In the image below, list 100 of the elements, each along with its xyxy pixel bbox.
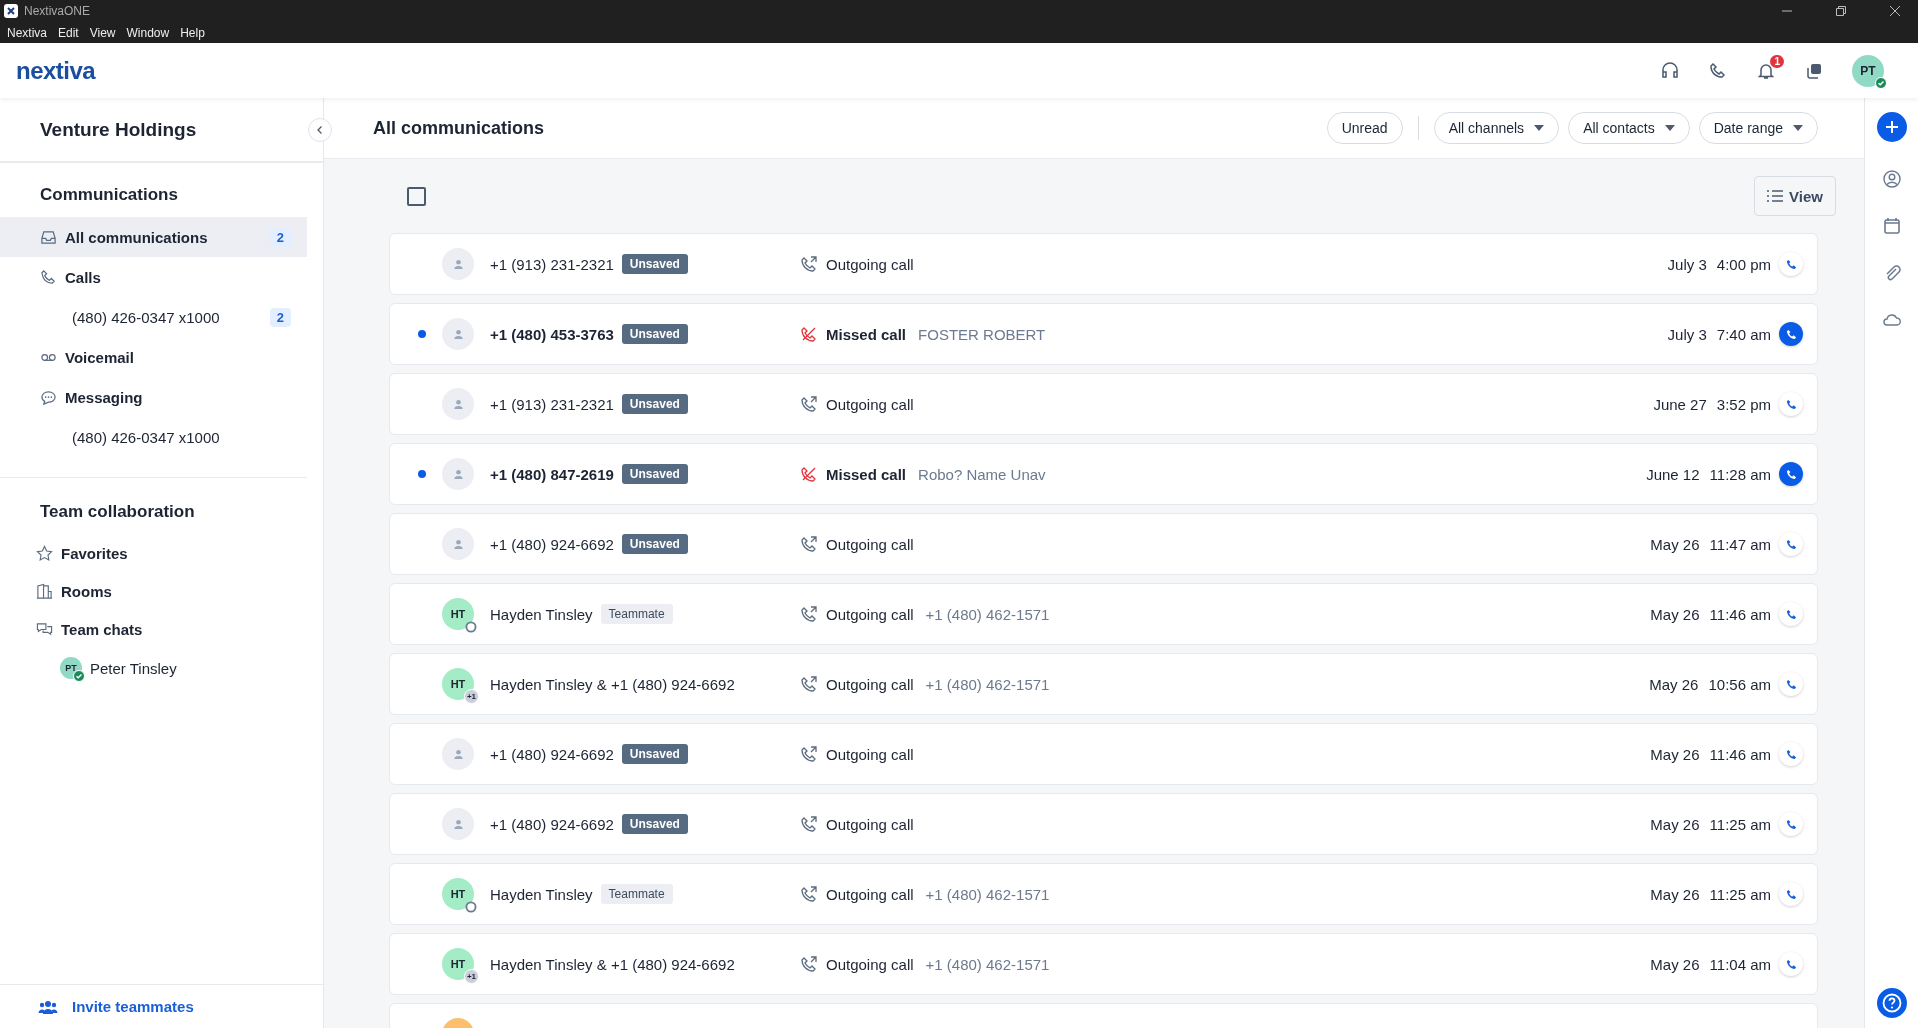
- page-title: All communications: [373, 117, 545, 139]
- contact-name: Hayden Tinsley: [490, 605, 593, 623]
- call-time: 3:52 pm: [1716, 395, 1771, 413]
- participant-count-badge: +1: [464, 969, 479, 984]
- contact-name: +1 (480) 453-3763: [490, 325, 614, 343]
- nav-item[interactable]: Rooms: [0, 572, 307, 610]
- call-date: May 26: [1650, 955, 1700, 973]
- contact-name: Hayden Tinsley & +1 (480) 924-6692: [490, 955, 735, 973]
- user-avatar[interactable]: PT: [1852, 54, 1884, 87]
- call-date: June 12: [1646, 465, 1700, 483]
- call-detail: +1 (480) 462-1571: [925, 675, 1050, 693]
- call-date: May 26: [1649, 675, 1699, 693]
- call-date: June 27: [1653, 395, 1707, 413]
- nav-sub-item[interactable]: (480) 426-0347 x1000: [0, 417, 307, 457]
- call-type: Missed call: [826, 325, 907, 343]
- call-date: May 26: [1650, 815, 1700, 833]
- contact-tag: Unsaved: [621, 534, 688, 554]
- contact-tag: Unsaved: [621, 814, 688, 834]
- contact-name: +1 (480) 924-6692: [490, 815, 614, 833]
- communication-row[interactable]: +1 (480) 924-6692 Unsaved Outgoing call May 26 11:25 am: [389, 793, 1818, 855]
- contact-tag: Teammate: [600, 884, 673, 904]
- menu-item[interactable]: Help: [180, 25, 205, 40]
- nav-sub-item[interactable]: PT Peter Tinsley: [0, 648, 307, 688]
- menu-item[interactable]: View: [89, 25, 116, 40]
- window-title: NextivaONE: [24, 4, 91, 18]
- communication-row[interactable]: HT Hayden Tinsley Teammate Outgoing call +1 (480) 462-1571 May 26 11:46 am: [389, 583, 1818, 645]
- communication-row[interactable]: HT +1 Hayden Tinsley & +1 (480) 924-6692 Outgoing call +1 (480) 462-1571 May 26 10:56 am: [389, 653, 1818, 715]
- call-type: Outgoing call: [826, 605, 914, 623]
- call-time: 11:47 am: [1709, 535, 1771, 553]
- count-badge: 2: [269, 227, 291, 247]
- call-detail: FOSTER ROBERT: [918, 325, 1046, 343]
- view-button[interactable]: View: [1754, 176, 1836, 216]
- call-time: 11:25 am: [1709, 885, 1771, 903]
- contact-avatar: HT: [442, 878, 474, 910]
- communication-row[interactable]: +1 (480) 924-6692 Unsaved Outgoing call May 26 11:47 am: [389, 513, 1818, 575]
- call-date: May 26: [1650, 745, 1700, 763]
- nav-item[interactable]: Favorites: [0, 534, 307, 572]
- nav-item[interactable]: Voicemail: [0, 337, 307, 377]
- contact-tag: Unsaved: [621, 744, 688, 764]
- call-type: Outgoing call: [826, 675, 914, 693]
- filter-button[interactable]: Unread: [1326, 112, 1403, 144]
- contact-tag: Unsaved: [621, 464, 688, 484]
- nav-item[interactable]: All communications 2: [0, 217, 307, 257]
- call-time: 11:25 am: [1709, 815, 1771, 833]
- organization-name: Venture Holdings: [40, 118, 197, 141]
- menu-item[interactable]: Window: [126, 25, 170, 40]
- call-time: 10:56 am: [1708, 675, 1771, 693]
- contact-name: Hayden Tinsley: [490, 885, 593, 903]
- contact-name: Hayden Tinsley & +1 (480) 924-6692: [490, 675, 735, 693]
- call-time: 7:40 am: [1716, 325, 1771, 343]
- nav-item[interactable]: Calls: [0, 257, 307, 297]
- call-date: May 26: [1650, 605, 1700, 623]
- call-date: July 3: [1667, 255, 1707, 273]
- section-heading: Communications: [39, 185, 179, 205]
- call-type: Outgoing call: [826, 815, 914, 833]
- call-type: Outgoing call: [826, 745, 914, 763]
- call-type: Missed call: [826, 465, 907, 483]
- call-time: 11:04 am: [1709, 955, 1771, 973]
- call-time: 4:00 pm: [1716, 255, 1771, 273]
- section-heading: Team collaboration: [39, 502, 196, 522]
- nav-item[interactable]: Messaging: [0, 377, 307, 417]
- contact-name: +1 (480) 847-2619: [490, 465, 614, 483]
- call-date: May 26: [1650, 535, 1700, 553]
- nav-sub-item[interactable]: (480) 426-0347 x1000 2: [0, 297, 307, 337]
- nav-item[interactable]: Team chats: [0, 610, 307, 648]
- call-date: May 26: [1650, 885, 1700, 903]
- contact-avatar: HT: [442, 598, 474, 630]
- contact-tag: Unsaved: [621, 394, 688, 414]
- call-detail: Robo? Name Unav: [918, 465, 1046, 483]
- menu-item[interactable]: Edit: [58, 25, 79, 40]
- communication-row[interactable]: +1 (480) 847-2619 Unsaved Missed call Robo? Name Unav June 12 11:28 am: [389, 443, 1818, 505]
- call-type: Outgoing call: [826, 955, 914, 973]
- count-badge: 2: [269, 307, 291, 327]
- communication-row[interactable]: HT +1 Hayden Tinsley & +1 (480) 924-6692 Outgoing call +1 (480) 462-1571 May 26 11:04 am: [389, 933, 1818, 995]
- communication-row[interactable]: +1 (913) 231-2321 Unsaved Outgoing call June 27 3:52 pm: [389, 373, 1818, 435]
- contact-tag: Teammate: [600, 604, 673, 624]
- participant-count-badge: +1: [464, 689, 479, 704]
- call-detail: +1 (480) 462-1571: [925, 955, 1050, 973]
- call-date: July 3: [1667, 325, 1707, 343]
- contact-tag: Unsaved: [621, 254, 688, 274]
- call-type: Outgoing call: [826, 535, 914, 553]
- communication-row[interactable]: HT Hayden Tinsley Teammate Outgoing call +1 (480) 462-1571 May 26 11:25 am: [389, 863, 1818, 925]
- call-type: Outgoing call: [826, 395, 914, 413]
- contact-tag: Unsaved: [621, 324, 688, 344]
- contact-name: +1 (913) 231-2321: [490, 255, 614, 273]
- filter-dropdown[interactable]: Date range: [1698, 112, 1818, 144]
- logo: nextiva: [16, 56, 96, 85]
- filter-dropdown[interactable]: All channels: [1433, 112, 1560, 144]
- communication-row[interactable]: +1 (480) 453-3763 Unsaved Missed call FOSTER ROBERT July 3 7:40 am: [389, 303, 1818, 365]
- filter-dropdown[interactable]: All contacts: [1568, 112, 1690, 144]
- call-detail: +1 (480) 462-1571: [925, 605, 1050, 623]
- menu-item[interactable]: Nextiva: [7, 25, 47, 40]
- contact-name: +1 (480) 924-6692: [490, 745, 614, 763]
- communication-row[interactable]: +1 (480) 924-6692 Unsaved Outgoing call May 26 11:46 am: [389, 723, 1818, 785]
- contact-name: +1 (480) 924-6692: [490, 535, 614, 553]
- call-time: 11:28 am: [1709, 465, 1771, 483]
- communication-row[interactable]: +1 (913) 231-2321 Unsaved Outgoing call July 3 4:00 pm: [389, 233, 1818, 295]
- call-time: 11:46 am: [1709, 745, 1771, 763]
- call-type: Outgoing call: [826, 885, 914, 903]
- call-detail: +1 (480) 462-1571: [925, 885, 1050, 903]
